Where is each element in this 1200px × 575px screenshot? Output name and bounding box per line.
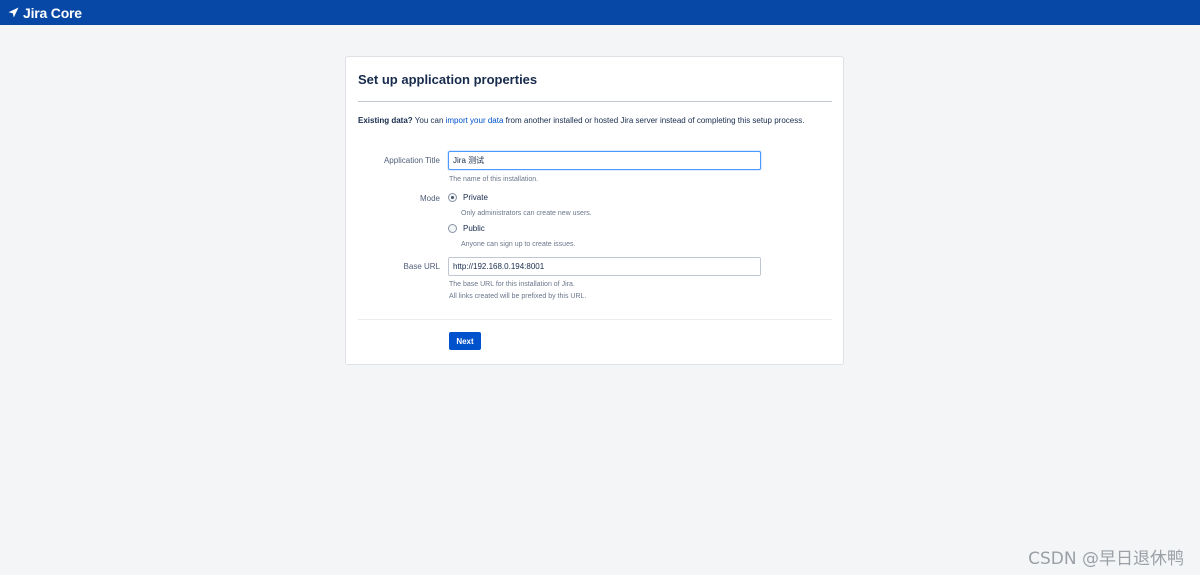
base-url-hint-2: All links created will be prefixed by th…: [449, 293, 587, 300]
next-button[interactable]: Next: [449, 332, 481, 350]
mode-label: Mode: [419, 194, 440, 203]
mode-option-public[interactable]: Public: [448, 224, 485, 233]
existing-data-message: Existing data? You can import your data …: [358, 115, 828, 127]
private-hint: Only administrators can create new users…: [461, 210, 592, 217]
page-title: Set up application properties: [358, 72, 538, 87]
intro-text-after: from another installed or hosted Jira se…: [503, 116, 805, 125]
jira-arrow-icon: [8, 5, 23, 21]
base-url-label: Base URL: [403, 262, 440, 271]
app-name: Jira Core: [23, 4, 82, 21]
intro-text-before: You can: [412, 116, 446, 125]
jira-core-logo[interactable]: Jira Core: [8, 5, 82, 21]
private-radio[interactable]: [448, 193, 457, 202]
setup-panel: Set up application properties Existing d…: [345, 56, 844, 365]
import-data-link[interactable]: import your data: [446, 116, 504, 125]
public-radio-label: Public: [463, 224, 485, 233]
base-url-hint-1: The base URL for this installation of Ji…: [449, 281, 575, 288]
existing-data-label: Existing data?: [358, 116, 413, 125]
application-title-input[interactable]: [448, 151, 761, 170]
application-title-label: Application Title: [383, 156, 440, 165]
application-title-hint: The name of this installation.: [449, 176, 539, 183]
form-divider: [358, 319, 832, 320]
public-radio[interactable]: [448, 224, 457, 233]
base-url-input[interactable]: [448, 257, 761, 276]
csdn-watermark: CSDN @早日退休鸭: [1028, 549, 1184, 569]
top-navigation-bar: Jira Core: [0, 0, 1200, 25]
title-divider: [358, 101, 832, 102]
private-radio-label: Private: [463, 193, 488, 202]
mode-option-private[interactable]: Private: [448, 193, 488, 202]
public-hint: Anyone can sign up to create issues.: [461, 241, 576, 248]
